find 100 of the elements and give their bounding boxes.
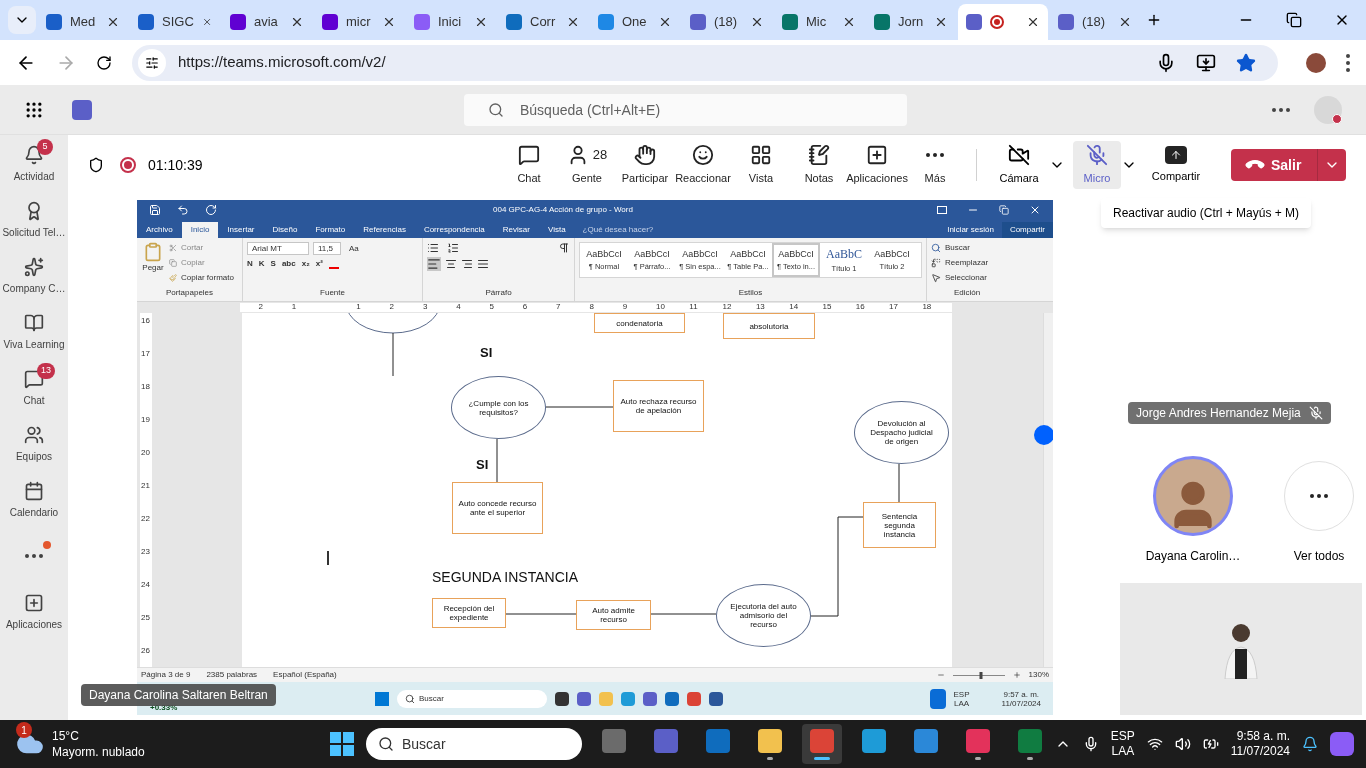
- ribbon-tab[interactable]: Inicio: [181, 222, 219, 238]
- taskbar-app-button[interactable]: [802, 724, 842, 764]
- close-icon[interactable]: [658, 15, 672, 29]
- close-icon[interactable]: [382, 15, 396, 29]
- case-button[interactable]: Aa: [345, 242, 363, 255]
- browser-tab[interactable]: Mic: [774, 4, 864, 40]
- meeting-action-button[interactable]: Participar: [616, 143, 674, 187]
- format-button[interactable]: N: [247, 258, 253, 270]
- zoom-in-icon[interactable]: [1012, 671, 1021, 679]
- ribbon-tab[interactable]: Referencias: [354, 222, 415, 238]
- restore-icon[interactable]: [1286, 12, 1302, 28]
- undo-icon[interactable]: [177, 204, 189, 216]
- browser-tab[interactable]: Med: [38, 4, 128, 40]
- clipboard-command[interactable]: Copiar formato: [181, 272, 234, 284]
- format-button[interactable]: K: [258, 258, 265, 270]
- close-icon[interactable]: [290, 15, 304, 29]
- meeting-action-button[interactable]: Chat: [500, 143, 558, 187]
- windows-start-icon[interactable]: [330, 732, 354, 756]
- format-button[interactable]: x₂: [301, 258, 310, 270]
- browser-tab[interactable]: Jorn: [866, 4, 956, 40]
- tell-me-field[interactable]: ¿Qué desea hacer?: [574, 222, 662, 238]
- format-button[interactable]: S: [270, 258, 276, 270]
- close-icon[interactable]: [1026, 15, 1040, 29]
- rail-item[interactable]: Viva Learning: [1, 311, 67, 353]
- close-icon[interactable]: [566, 15, 580, 29]
- pilcrow-icon[interactable]: [558, 242, 570, 254]
- rail-item[interactable]: Aplicaciones: [1, 591, 67, 633]
- search-field[interactable]: Buscar: [366, 728, 582, 760]
- bell-icon[interactable]: [1302, 736, 1318, 752]
- browser-tab[interactable]: One: [590, 4, 680, 40]
- align-right-icon[interactable]: [461, 258, 473, 270]
- meeting-action-button[interactable]: Reaccionar: [674, 143, 732, 187]
- rail-item[interactable]: Company C…: [1, 255, 67, 297]
- ribbon-tab[interactable]: Insertar: [218, 222, 264, 238]
- ruler-number: 2: [389, 302, 395, 312]
- tab-search-button[interactable]: [8, 6, 36, 34]
- address-bar[interactable]: https://teams.microsoft.com/v2/: [132, 44, 1278, 81]
- ribbon-tab[interactable]: Formato: [306, 222, 355, 238]
- editing-command[interactable]: Reemplazar: [945, 257, 989, 269]
- connector-line: [496, 438, 498, 483]
- align-center-icon[interactable]: [445, 258, 457, 270]
- close-icon[interactable]: [474, 15, 488, 29]
- meeting-action-button[interactable]: Vista: [732, 143, 790, 187]
- ribbon-tab[interactable]: Archivo: [137, 222, 182, 238]
- paste-button[interactable]: Pegar: [141, 242, 165, 287]
- align-left-icon[interactable]: [427, 257, 441, 271]
- close-icon[interactable]: [842, 15, 856, 29]
- editing-command[interactable]: Seleccionar: [945, 272, 987, 284]
- browser-tab[interactable]: (18): [1050, 4, 1140, 40]
- browser-tab[interactable]: avia: [222, 4, 312, 40]
- close-icon[interactable]: [934, 15, 948, 29]
- see-all-link[interactable]: Ver todos: [1293, 548, 1345, 564]
- format-button[interactable]: x²: [315, 258, 323, 270]
- user-avatar[interactable]: [1314, 95, 1342, 124]
- ribbon-display-icon[interactable]: [937, 206, 947, 214]
- meeting-action-button[interactable]: Aplicaciones: [848, 143, 906, 187]
- redo-icon[interactable]: [205, 204, 217, 216]
- new-tab-icon[interactable]: [1146, 12, 1162, 28]
- font-name-field[interactable]: Arial MT: [247, 242, 309, 255]
- bookmark-star-icon[interactable]: [1236, 52, 1256, 73]
- site-settings-icon[interactable]: [138, 48, 166, 77]
- numbering-icon[interactable]: [447, 242, 459, 254]
- search-field[interactable]: Búsqueda (Ctrl+Alt+E): [464, 93, 907, 126]
- justify-icon[interactable]: [477, 258, 489, 270]
- format-button[interactable]: abc: [281, 258, 296, 270]
- menu-icon[interactable]: [1346, 53, 1350, 72]
- microphone-button[interactable]: Micro: [1073, 141, 1121, 189]
- browser-tab[interactable]: Inici: [406, 4, 496, 40]
- browser-tab[interactable]: [958, 4, 1048, 40]
- bullets-icon[interactable]: [427, 242, 439, 254]
- browser-tab[interactable]: micr: [314, 4, 404, 40]
- close-icon[interactable]: [1029, 204, 1041, 216]
- rail-item[interactable]: Equipos: [1, 423, 67, 465]
- reload-icon[interactable]: [96, 54, 112, 71]
- ribbon-tab[interactable]: Vista: [538, 222, 575, 238]
- browser-tab[interactable]: Corr: [498, 4, 588, 40]
- font-size-field[interactable]: 11,5: [313, 242, 341, 255]
- leave-button[interactable]: Salir: [1231, 149, 1346, 181]
- install-app-icon[interactable]: [1196, 52, 1216, 73]
- close-icon[interactable]: [106, 15, 120, 29]
- ribbon-tab[interactable]: Revisar: [493, 222, 539, 238]
- sign-in-link[interactable]: Iniciar sesión: [939, 222, 1002, 238]
- more-icon[interactable]: [1272, 107, 1290, 112]
- browser-tab[interactable]: SIGC: [130, 4, 220, 40]
- close-icon[interactable]: [750, 15, 764, 29]
- profile-avatar[interactable]: [1306, 52, 1326, 73]
- teams-logo-icon[interactable]: [72, 99, 92, 120]
- region-text: LAA: [953, 698, 970, 708]
- editing-command[interactable]: Buscar: [945, 242, 970, 254]
- share-button[interactable]: Compartir: [1001, 222, 1053, 238]
- camera-button[interactable]: Cámara: [989, 143, 1049, 187]
- close-icon[interactable]: [1118, 15, 1132, 29]
- browser-tab[interactable]: (18): [682, 4, 772, 40]
- share-button[interactable]: Compartir: [1141, 145, 1211, 185]
- ribbon-tab[interactable]: Correspondencia: [414, 222, 494, 238]
- meeting-action-button[interactable]: 28 Gente: [558, 143, 616, 187]
- ribbon-tab[interactable]: Diseño: [263, 222, 307, 238]
- save-icon[interactable]: [149, 204, 161, 216]
- rail-item[interactable]: Calendario: [1, 479, 67, 521]
- rail-item[interactable]: Solicitud Tel…: [1, 199, 67, 241]
